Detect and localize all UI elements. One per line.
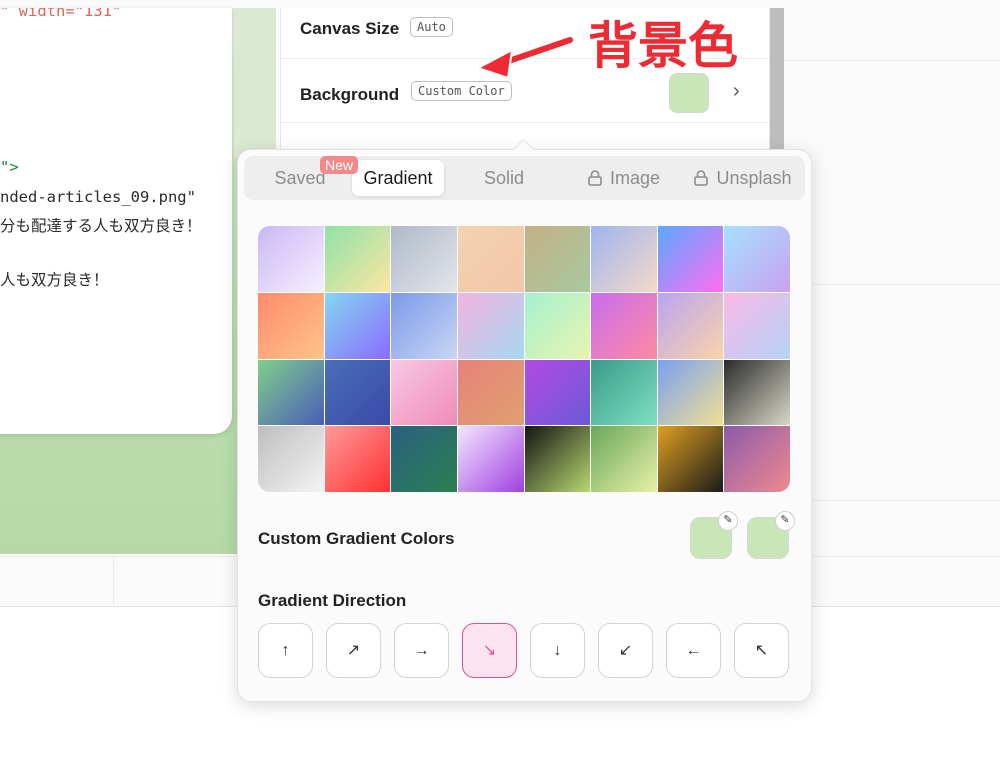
code-line: " width="131"	[0, 8, 122, 20]
annotation-label: 背景色	[588, 17, 738, 75]
frame-right	[770, 8, 784, 158]
arrow-up-icon: ↑	[281, 642, 290, 659]
arrow-up-right-icon: ↗	[346, 642, 361, 659]
gradient-preset-tile[interactable]	[324, 426, 391, 492]
gradient-preset-tile[interactable]	[657, 426, 724, 492]
canvas-size-label: Canvas Size	[300, 19, 400, 38]
direction-up-button[interactable]: ↑	[258, 623, 313, 678]
direction-down-right-button[interactable]: ↘	[462, 623, 517, 678]
gradient-preset-tile[interactable]	[391, 226, 457, 292]
gradient-preset-tile[interactable]	[524, 292, 591, 359]
gradient-preset-tile[interactable]	[724, 292, 790, 359]
direction-left-button[interactable]: ←	[666, 623, 721, 678]
gradient-preset-tile[interactable]	[591, 359, 657, 426]
gradient-preset-tile[interactable]	[258, 359, 324, 426]
arrow-up-left-icon: ↖	[754, 642, 769, 659]
grid-line	[113, 556, 114, 606]
background-label: Background	[300, 85, 400, 104]
gradient-preset-tile[interactable]	[457, 292, 524, 359]
gradient-preset-tile[interactable]	[657, 226, 724, 292]
tab-image[interactable]: Image	[564, 160, 684, 196]
eyedropper-icon[interactable]: ✎	[718, 511, 738, 531]
gradient-preset-tile[interactable]	[657, 292, 724, 359]
gradient-preset-tile[interactable]	[324, 359, 391, 426]
code-card: " width="131" "> nded-articles_09.png" 分…	[0, 8, 232, 434]
gradient-preset-tile[interactable]	[391, 292, 457, 359]
code-line: ">	[0, 158, 19, 176]
tab-solid[interactable]: Solid	[452, 160, 556, 196]
gradient-preset-tile[interactable]	[724, 226, 790, 292]
background-picker-popover: Saved Gradient Solid Image Unsplash New …	[237, 138, 812, 702]
grid-line	[770, 60, 1000, 61]
direction-down-left-button[interactable]: ↙	[598, 623, 653, 678]
tab-label: Gradient	[363, 168, 433, 188]
lock-icon	[588, 170, 602, 186]
direction-up-left-button[interactable]: ↖	[734, 623, 789, 678]
tab-label: Unsplash	[716, 168, 792, 188]
gradient-preset-tile[interactable]	[657, 359, 724, 426]
gradient-preset-tile[interactable]	[724, 426, 790, 492]
canvas-preview[interactable]: " width="131" "> nded-articles_09.png" 分…	[0, 8, 248, 554]
gradient-direction-label: Gradient Direction	[258, 591, 407, 610]
direction-down-button[interactable]: ↓	[530, 623, 585, 678]
gradient-preset-tile[interactable]	[591, 226, 657, 292]
gradient-preset-tile[interactable]	[258, 292, 324, 359]
annotation-arrow-icon	[475, 34, 576, 80]
gradient-preset-tile[interactable]	[258, 426, 324, 492]
direction-up-right-button[interactable]: ↗	[326, 623, 381, 678]
code-line: 人も双方良き！	[0, 271, 109, 289]
new-badge: New	[320, 156, 359, 174]
gradient-preset-tile[interactable]	[591, 292, 657, 359]
gradient-preset-tile[interactable]	[324, 226, 391, 292]
arrow-down-right-icon: ↘	[482, 642, 497, 659]
chevron-right-icon[interactable]: ›	[733, 80, 740, 103]
tab-unsplash[interactable]: Unsplash	[682, 160, 804, 196]
lock-icon	[694, 170, 709, 186]
eyedropper-icon[interactable]: ✎	[775, 511, 795, 531]
gradient-preset-tile[interactable]	[524, 426, 591, 492]
gradient-preset-tile[interactable]	[391, 359, 457, 426]
arrow-right-icon: →	[413, 642, 430, 659]
tab-label: Saved	[274, 168, 326, 188]
gradient-preset-tile[interactable]	[524, 226, 591, 292]
gradient-preset-tile[interactable]	[457, 226, 524, 292]
direction-right-button[interactable]: →	[394, 623, 449, 678]
gradient-color-1-swatch[interactable]: ✎	[690, 511, 738, 559]
tab-label: Image	[609, 168, 661, 188]
code-line: 分も配達する人も双方良き！	[0, 217, 202, 235]
gradient-preset-tile[interactable]	[258, 226, 324, 292]
arrow-down-icon: ↓	[553, 642, 562, 659]
arrow-left-icon: ←	[685, 642, 702, 659]
gradient-preset-tile[interactable]	[324, 292, 391, 359]
frame-left	[234, 8, 276, 158]
custom-gradient-colors-label: Custom Gradient Colors	[258, 529, 455, 548]
code-line: nded-articles_09.png"	[0, 188, 196, 206]
gradient-preset-grid	[258, 226, 790, 492]
gradient-preset-tile[interactable]	[524, 359, 591, 426]
canvas-size-chip[interactable]: Auto	[410, 17, 453, 37]
tab-label: Solid	[483, 168, 525, 188]
gradient-color-2-swatch[interactable]: ✎	[747, 511, 795, 559]
gradient-preset-tile[interactable]	[457, 426, 524, 492]
gradient-preset-tile[interactable]	[457, 359, 524, 426]
arrow-down-left-icon: ↙	[618, 642, 633, 659]
gradient-preset-tile[interactable]	[724, 359, 790, 426]
gradient-preset-tile[interactable]	[391, 426, 457, 492]
gradient-preset-tile[interactable]	[591, 426, 657, 492]
grid-line	[810, 500, 1000, 501]
background-color-swatch[interactable]	[669, 73, 709, 113]
tab-gradient[interactable]: Gradient	[352, 160, 444, 196]
